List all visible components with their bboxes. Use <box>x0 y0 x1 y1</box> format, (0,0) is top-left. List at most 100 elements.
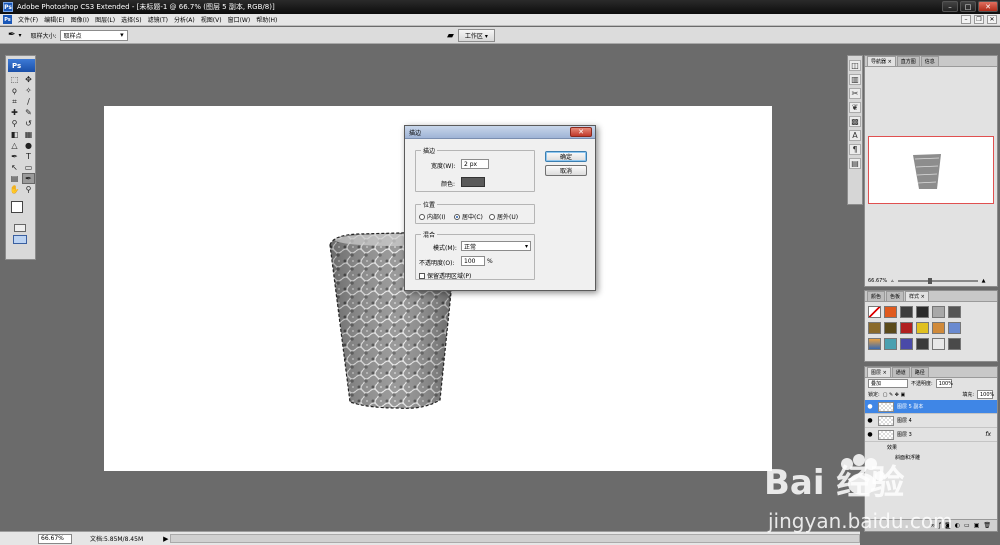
radio-inside-dot[interactable] <box>419 213 425 220</box>
brush-icon[interactable]: ✎ <box>22 107 35 118</box>
layer-row[interactable]: ● 图层 4 <box>865 414 997 428</box>
tab-swatches[interactable]: 色板 <box>886 291 905 301</box>
layer-opacity-input[interactable]: 100% <box>935 379 953 388</box>
opacity-input[interactable]: 100 <box>461 256 485 266</box>
style-swatch[interactable] <box>868 338 881 350</box>
cancel-button[interactable]: 取消 <box>545 165 587 176</box>
style-swatch[interactable] <box>868 322 881 334</box>
menu-layer[interactable]: 图层(L) <box>92 15 118 24</box>
workspace-button[interactable]: 工作区 ▾ <box>457 29 495 42</box>
menu-file[interactable]: 文件(F) <box>15 15 41 24</box>
eye-icon[interactable]: ● <box>865 431 875 438</box>
radio-outside[interactable]: 居外(U) <box>489 212 518 221</box>
zoom-in-icon[interactable]: ▲ <box>982 278 986 284</box>
tab-color[interactable]: 颜色 <box>867 291 886 301</box>
menu-help[interactable]: 帮助(H) <box>253 15 280 24</box>
quick-mask-icon[interactable] <box>14 224 26 232</box>
histogram-dock-icon[interactable]: ▥ <box>849 74 861 85</box>
fill-input[interactable]: 100% <box>977 390 994 399</box>
style-swatch[interactable] <box>900 306 913 318</box>
magic-wand-icon[interactable]: ✧ <box>22 85 35 96</box>
tool-preset-chevron-icon[interactable]: ▾ <box>19 32 22 39</box>
zoom-icon[interactable]: ⚲ <box>22 184 35 195</box>
eyedropper-icon[interactable]: ✒ <box>8 30 16 40</box>
menu-image[interactable]: 图像(I) <box>68 15 92 24</box>
menu-analysis[interactable]: 分析(A) <box>171 15 198 24</box>
lock-icons[interactable]: ▢ ✎ ✥ ▣ <box>883 392 906 398</box>
style-swatch[interactable] <box>868 306 881 318</box>
crop-icon[interactable]: ⌗ <box>8 96 21 107</box>
doc-restore-icon[interactable]: ❐ <box>974 15 984 24</box>
style-swatch[interactable] <box>948 322 961 334</box>
width-input[interactable]: 2 px <box>461 159 489 169</box>
sample-size-select[interactable]: 取样点 <box>59 29 128 41</box>
style-swatch[interactable] <box>916 322 929 334</box>
style-swatch[interactable] <box>948 306 961 318</box>
eye-icon[interactable]: ● <box>865 403 875 410</box>
zoom-out-icon[interactable]: ▵ <box>891 278 894 284</box>
hand-icon[interactable]: ✋ <box>8 184 21 195</box>
dialog-close-button[interactable]: ✕ <box>570 127 592 137</box>
menu-select[interactable]: 选择(S) <box>118 15 145 24</box>
ok-button[interactable]: 确定 <box>545 151 587 162</box>
pen-icon[interactable]: ✒ <box>8 151 21 162</box>
healing-icon[interactable]: ✚ <box>8 107 21 118</box>
navigator-preview[interactable] <box>868 136 994 204</box>
style-swatch[interactable] <box>916 338 929 350</box>
fx-icon[interactable]: fx <box>985 431 991 438</box>
paragraph-dock-icon[interactable]: ¶ <box>849 144 861 155</box>
maximize-icon[interactable]: □ <box>960 1 976 12</box>
shape-icon[interactable]: ▭ <box>22 162 35 173</box>
blend-mode-select[interactable]: 叠加 <box>868 379 908 388</box>
radio-center-dot[interactable] <box>454 213 460 220</box>
menu-view[interactable]: 视图(V) <box>198 15 225 24</box>
close-icon[interactable]: ✕ <box>978 1 998 12</box>
character-dock-icon[interactable]: A <box>849 130 861 141</box>
move-icon[interactable]: ✥ <box>22 74 35 85</box>
blur-icon[interactable]: △ <box>8 140 21 151</box>
gradient-icon[interactable]: ▦ <box>22 129 35 140</box>
eraser-icon[interactable]: ◧ <box>8 129 21 140</box>
radio-inside[interactable]: 内部(I) <box>419 212 445 221</box>
tab-info[interactable]: 信息 <box>920 56 939 66</box>
screen-mode-icon[interactable] <box>13 235 27 244</box>
type-icon[interactable]: T <box>22 151 35 162</box>
style-swatch[interactable] <box>932 306 945 318</box>
minimize-icon[interactable]: – <box>942 1 958 12</box>
zoom-slider[interactable] <box>897 277 978 284</box>
foreground-color[interactable] <box>11 201 23 213</box>
horizontal-scrollbar[interactable] <box>170 534 860 543</box>
menu-edit[interactable]: 编辑(E) <box>41 15 67 24</box>
dodge-icon[interactable]: ● <box>22 140 35 151</box>
palette-well-icon[interactable]: ▰ <box>447 31 454 41</box>
style-swatch[interactable] <box>884 322 897 334</box>
style-swatch[interactable] <box>900 322 913 334</box>
stamp-icon[interactable]: ⚲ <box>8 118 21 129</box>
eye-icon[interactable]: ● <box>865 417 875 424</box>
menu-filter[interactable]: 滤镜(T) <box>145 15 171 24</box>
path-select-icon[interactable]: ↖ <box>8 162 21 173</box>
stroke-color-swatch[interactable] <box>461 177 485 187</box>
menu-window[interactable]: 窗口(W) <box>225 15 254 24</box>
layer-row[interactable]: ● 图层 5 副本 <box>865 400 997 414</box>
doc-minimize-icon[interactable]: – <box>961 15 971 24</box>
preserve-checkbox-box[interactable] <box>419 272 425 279</box>
doc-close-icon[interactable]: ✕ <box>987 15 997 24</box>
eyedropper-tool-icon[interactable]: ✒ <box>22 173 35 184</box>
clone-source-dock-icon[interactable]: ▩ <box>849 116 861 127</box>
lasso-icon[interactable]: ϙ <box>8 85 21 96</box>
tab-navigator[interactable]: 导航器 × <box>867 56 896 66</box>
tab-styles[interactable]: 样式 × <box>905 291 929 301</box>
mode-select[interactable]: 正常 <box>461 241 531 251</box>
style-swatch[interactable] <box>948 338 961 350</box>
history-brush-icon[interactable]: ↺ <box>22 118 35 129</box>
preserve-transparency-checkbox[interactable]: 保留透明区域(P) <box>419 271 471 280</box>
radio-outside-dot[interactable] <box>489 213 495 220</box>
style-swatch[interactable] <box>900 338 913 350</box>
effects-row[interactable]: 效果 <box>865 442 997 452</box>
style-swatch[interactable] <box>916 306 929 318</box>
tab-histogram[interactable]: 直方图 <box>896 56 920 66</box>
style-swatch[interactable] <box>884 306 897 318</box>
marquee-icon[interactable]: ⬚ <box>8 74 21 85</box>
zoom-slider-knob[interactable] <box>927 277 932 284</box>
